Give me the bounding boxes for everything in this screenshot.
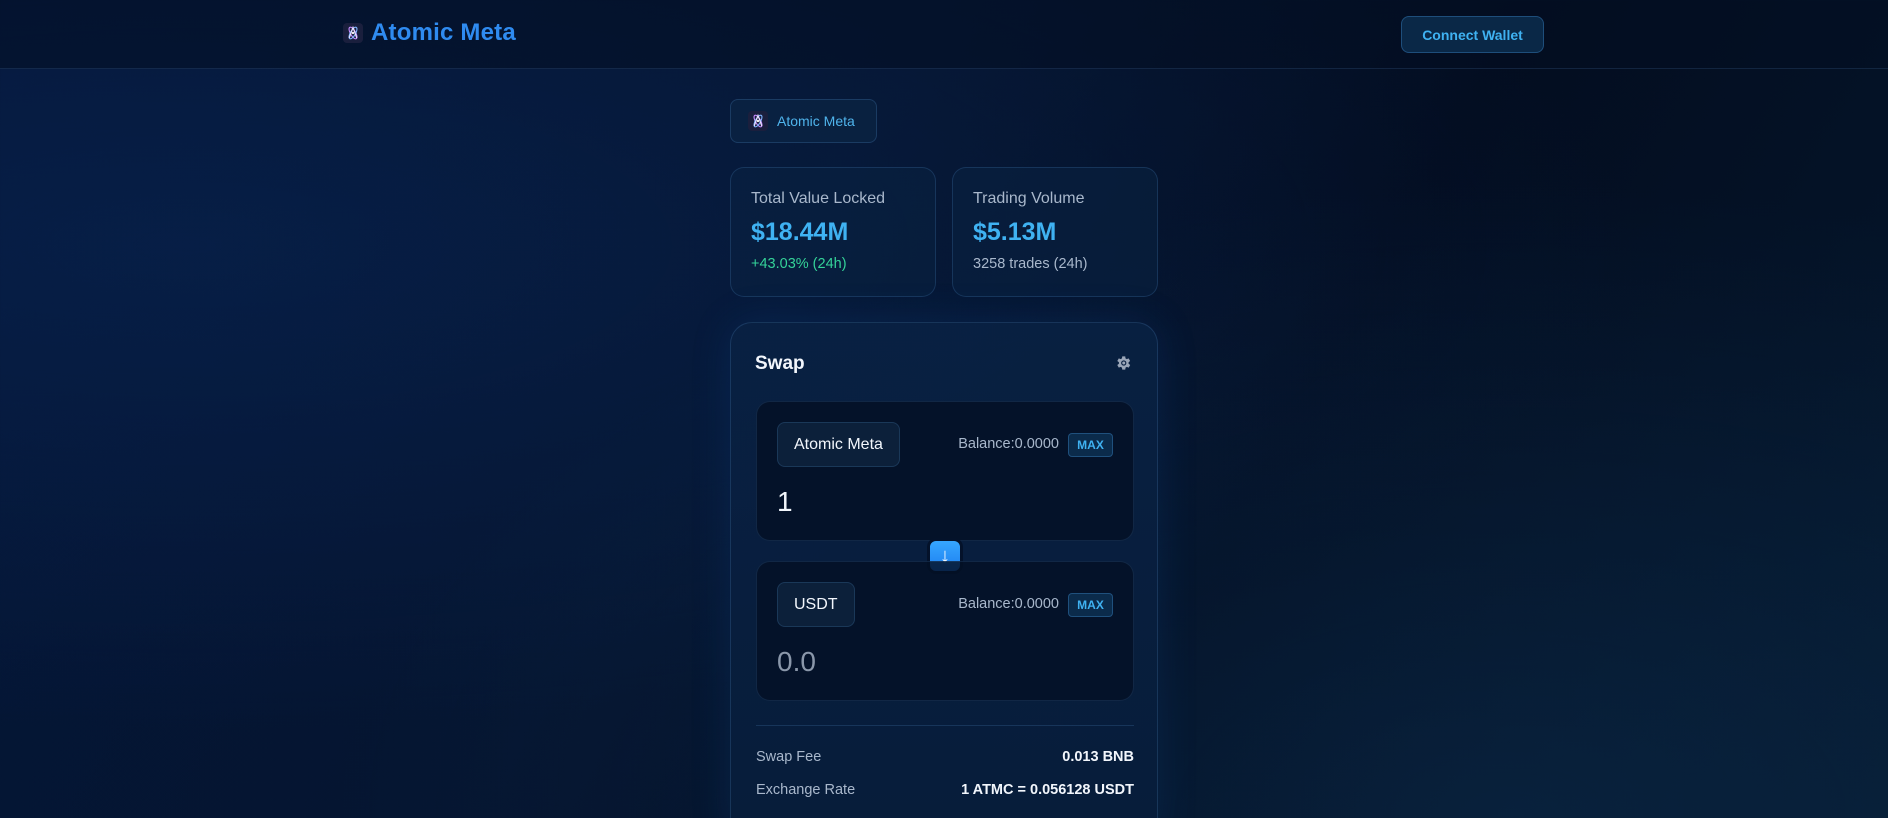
from-max-button[interactable]: MAX [1068, 433, 1113, 457]
volume-title: Trading Volume [973, 190, 1085, 207]
swap-fee-label: Swap Fee [756, 749, 822, 765]
tvl-value: $18.44M [751, 218, 849, 246]
swap-title: Swap [755, 353, 805, 374]
token-chip-label: Atomic Meta [777, 113, 855, 129]
token-chip[interactable]: Atomic Meta [730, 99, 877, 143]
volume-trades: 3258 trades (24h) [973, 256, 1088, 272]
from-token-box: Atomic Meta Balance:0.0000 MAX [756, 401, 1134, 541]
to-amount-input[interactable]: 0.0 [777, 646, 1077, 678]
atom-logo-icon [748, 111, 768, 131]
to-token-select[interactable]: USDT [777, 582, 855, 627]
swap-fee-row: Swap Fee 0.013 BNB [756, 749, 1134, 765]
top-header: Atomic Meta Connect Wallet [0, 0, 1888, 69]
swap-fee-value: 0.013 BNB [1062, 749, 1134, 765]
to-balance: Balance:0.0000 [958, 596, 1059, 612]
exchange-rate-row: Exchange Rate 1 ATMC = 0.056128 USDT [756, 782, 1134, 798]
exchange-rate-value: 1 ATMC = 0.056128 USDT [961, 782, 1134, 798]
to-max-button[interactable]: MAX [1068, 593, 1113, 617]
tvl-change: +43.03% (24h) [751, 256, 847, 272]
brand[interactable]: Atomic Meta [343, 19, 516, 47]
brand-name: Atomic Meta [371, 19, 516, 46]
to-token-box: USDT Balance:0.0000 MAX 0.0 [756, 561, 1134, 701]
exchange-rate-label: Exchange Rate [756, 782, 856, 798]
tvl-title: Total Value Locked [751, 190, 886, 207]
volume-value: $5.13M [973, 218, 1057, 246]
swap-card: Swap Atomic Meta Balance:0.0000 MAX ↓ US… [730, 322, 1158, 818]
volume-card: Trading Volume $5.13M 3258 trades (24h) [952, 167, 1158, 297]
from-token-select[interactable]: Atomic Meta [777, 422, 900, 467]
connect-wallet-button[interactable]: Connect Wallet [1401, 16, 1544, 53]
from-amount-input[interactable] [777, 486, 1077, 518]
divider [756, 725, 1134, 726]
atom-logo-icon [343, 23, 363, 43]
from-balance: Balance:0.0000 [958, 436, 1059, 452]
gear-icon[interactable] [1114, 354, 1132, 372]
tvl-card: Total Value Locked $18.44M +43.03% (24h) [730, 167, 936, 297]
